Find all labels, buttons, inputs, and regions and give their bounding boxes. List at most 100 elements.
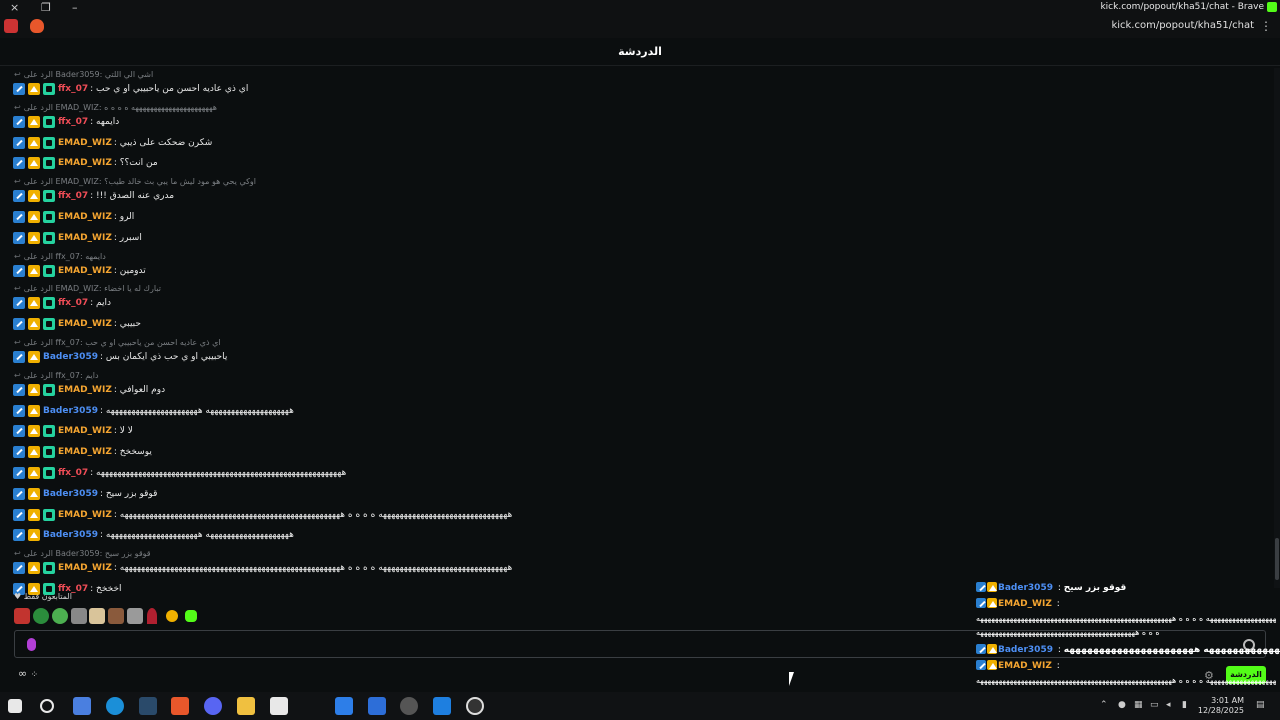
message-username[interactable]: EMAD_WIZ bbox=[58, 510, 112, 520]
site-info-icon[interactable] bbox=[4, 19, 18, 33]
subscriber-badge-icon[interactable] bbox=[43, 190, 55, 203]
vip-crown-icon[interactable] bbox=[28, 83, 40, 95]
monitor-icon[interactable]: ▭ bbox=[1150, 700, 1159, 710]
chat-messages[interactable]: ↩ الرد على Bader3059: اشي الي اللتي ffx_07… bbox=[0, 68, 1272, 595]
message-username[interactable]: ffx_07 bbox=[58, 191, 88, 201]
moderator-badge-icon[interactable] bbox=[13, 115, 25, 128]
message-username[interactable]: ffx_07 bbox=[58, 298, 88, 308]
reply-context[interactable]: ↩ الرد على EMAD_WIZ: اوكي يحي هو مود ليش … bbox=[14, 177, 256, 186]
scrollbar-thumb[interactable] bbox=[1275, 538, 1279, 580]
copilot-icon[interactable] bbox=[73, 697, 91, 715]
infinity-icon[interactable]: ∞ bbox=[18, 667, 27, 680]
brave-shield-icon[interactable] bbox=[30, 19, 44, 33]
reply-context[interactable]: ↩ الرد على Bader3059: قوقو بزر سيح bbox=[14, 549, 151, 558]
moderator-badge-icon[interactable] bbox=[13, 508, 25, 521]
subscriber-badge-icon[interactable] bbox=[43, 508, 55, 521]
moderator-badge-icon[interactable] bbox=[13, 83, 25, 95]
subscriber-badge-icon[interactable] bbox=[43, 157, 55, 170]
media-icon[interactable] bbox=[433, 697, 451, 715]
tray-chevron-icon[interactable]: ⌃ bbox=[1100, 700, 1108, 710]
subscriber-badge-icon[interactable] bbox=[43, 383, 55, 396]
chat-message[interactable]: ffx_07: !!! مدري عنه الصدق bbox=[13, 190, 174, 203]
chat-message[interactable]: EMAD_WIZ: يوسخخخ bbox=[13, 446, 152, 459]
emote-icon[interactable] bbox=[71, 608, 87, 624]
moderator-badge-icon[interactable] bbox=[13, 190, 25, 203]
moderator-badge-icon[interactable] bbox=[13, 318, 25, 331]
chat-message[interactable]: EMAD_WIZ: الرو bbox=[13, 211, 134, 223]
restore-icon[interactable]: ❐ bbox=[41, 1, 51, 14]
vip-crown-icon[interactable] bbox=[28, 190, 40, 203]
chat-message[interactable]: EMAD_WIZ: تدومين bbox=[13, 264, 146, 277]
vip-crown-icon[interactable] bbox=[28, 404, 40, 417]
edge-icon[interactable] bbox=[106, 697, 124, 715]
subscriber-badge-icon[interactable] bbox=[43, 562, 55, 575]
file-explorer-icon[interactable] bbox=[237, 697, 255, 715]
taskbar-clock[interactable]: 3:01 AM 12/28/2025 bbox=[1196, 696, 1244, 716]
settings-app-icon[interactable] bbox=[400, 697, 418, 715]
vip-crown-icon[interactable] bbox=[28, 562, 40, 575]
subscriber-badge-icon[interactable] bbox=[43, 231, 55, 244]
emote-icon[interactable] bbox=[108, 608, 124, 624]
subscriber-badge-icon[interactable] bbox=[43, 318, 55, 331]
microphone-icon[interactable] bbox=[27, 638, 36, 651]
message-username[interactable]: Bader3059 bbox=[43, 489, 98, 499]
message-username[interactable]: Bader3059 bbox=[43, 406, 98, 416]
vip-crown-icon[interactable] bbox=[28, 467, 40, 479]
moderator-badge-icon[interactable] bbox=[13, 467, 25, 479]
chat-message[interactable]: Bader3059: ههههههههههههههههههههه ههههههه… bbox=[13, 404, 294, 417]
notifications-icon[interactable]: ▤ bbox=[1256, 700, 1265, 710]
message-username[interactable]: EMAD_WIZ bbox=[58, 385, 112, 395]
kick-app-icon[interactable] bbox=[368, 697, 386, 715]
message-username[interactable]: ffx_07 bbox=[58, 117, 88, 127]
chat-message[interactable]: EMAD_WIZ: لا لا bbox=[13, 425, 133, 438]
chat-message[interactable]: ffx_07: اي ذي عاديه احسن من ياحبيبي او ي… bbox=[13, 83, 248, 95]
reply-context[interactable]: ↩ الرد على ffx_07: اي ذي عاديه احسن من يا… bbox=[14, 338, 221, 347]
menu-icon[interactable]: ⋮ bbox=[1260, 19, 1272, 33]
vip-crown-icon[interactable] bbox=[28, 446, 40, 459]
vip-crown-icon[interactable] bbox=[28, 264, 40, 277]
vip-crown-icon[interactable] bbox=[28, 231, 40, 244]
message-username[interactable]: EMAD_WIZ bbox=[58, 158, 112, 168]
moderator-badge-icon[interactable] bbox=[13, 136, 25, 149]
steam-icon[interactable] bbox=[139, 697, 157, 715]
subscriber-badge-icon[interactable] bbox=[43, 115, 55, 128]
emote-icon[interactable] bbox=[147, 608, 157, 624]
message-username[interactable]: ffx_07 bbox=[58, 468, 88, 478]
message-username[interactable]: EMAD_WIZ bbox=[58, 266, 112, 276]
moderator-badge-icon[interactable] bbox=[13, 562, 25, 575]
emote-icon[interactable] bbox=[14, 608, 30, 624]
minimize-icon[interactable]: – bbox=[72, 1, 78, 14]
mail-icon[interactable] bbox=[335, 697, 353, 715]
reply-context[interactable]: ↩ الرد على ffx_07: دايم bbox=[14, 371, 99, 380]
message-username[interactable]: Bader3059 bbox=[43, 530, 98, 540]
more-options-icon[interactable]: ⁘ bbox=[31, 670, 39, 680]
chat-message[interactable]: EMAD_WIZ: هههههههههههههههههههههههههههههه… bbox=[13, 562, 512, 575]
vip-crown-icon[interactable] bbox=[28, 115, 40, 128]
subscriber-badge-icon[interactable] bbox=[43, 211, 55, 223]
chat-message[interactable]: EMAD_WIZ: دوم العوافي bbox=[13, 383, 165, 396]
message-username[interactable]: ffx_07 bbox=[58, 84, 88, 94]
moderator-badge-icon[interactable] bbox=[13, 297, 25, 310]
close-icon[interactable]: × bbox=[10, 1, 19, 14]
emote-icon[interactable] bbox=[185, 610, 197, 622]
emote-icon[interactable] bbox=[127, 608, 143, 624]
brave-icon[interactable] bbox=[171, 697, 189, 715]
message-username[interactable]: EMAD_WIZ bbox=[58, 233, 112, 243]
vip-crown-icon[interactable] bbox=[28, 136, 40, 149]
moderator-badge-icon[interactable] bbox=[13, 529, 25, 542]
message-username[interactable]: EMAD_WIZ bbox=[58, 447, 112, 457]
moderator-badge-icon[interactable] bbox=[13, 351, 25, 363]
reply-context[interactable]: ↩ الرد على EMAD_WIZ: هههههههههههههههههههه… bbox=[14, 103, 217, 112]
vip-crown-icon[interactable] bbox=[28, 157, 40, 170]
vip-crown-icon[interactable] bbox=[28, 508, 40, 521]
moderator-badge-icon[interactable] bbox=[13, 264, 25, 277]
subscriber-badge-icon[interactable] bbox=[43, 425, 55, 438]
search-icon[interactable] bbox=[40, 699, 54, 713]
chat-message[interactable]: ffx_07: دايم bbox=[13, 297, 111, 310]
message-username[interactable]: EMAD_WIZ bbox=[58, 319, 112, 329]
vip-crown-icon[interactable] bbox=[28, 351, 40, 363]
subscriber-badge-icon[interactable] bbox=[43, 264, 55, 277]
message-username[interactable]: EMAD_WIZ bbox=[58, 426, 112, 436]
message-username[interactable]: EMAD_WIZ bbox=[58, 138, 112, 148]
vip-crown-icon[interactable] bbox=[28, 383, 40, 396]
